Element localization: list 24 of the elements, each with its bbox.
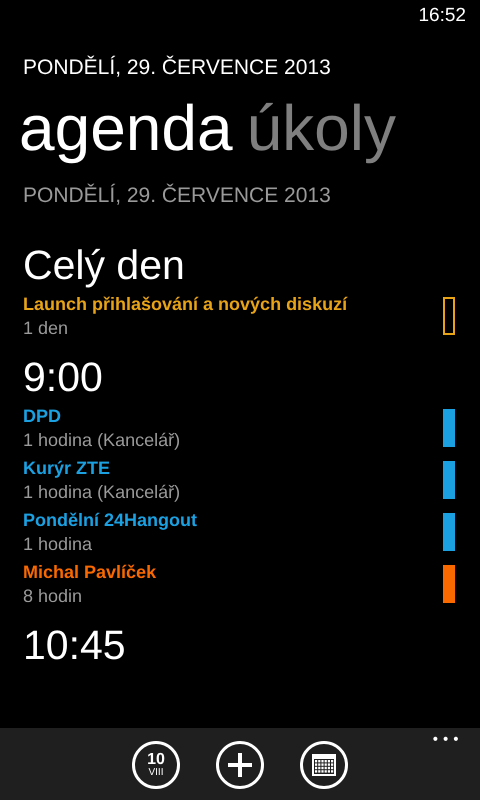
time-heading: 10:45 <box>23 621 127 670</box>
event-detail: 1 den <box>23 317 70 340</box>
event-detail: 1 hodina <box>23 533 94 556</box>
pivot-header[interactable]: agenda <box>19 90 233 166</box>
event-title[interactable]: Pondělní 24Hangout <box>23 508 198 532</box>
calendar-icon <box>312 754 336 776</box>
more-button[interactable]: ••• <box>431 732 462 748</box>
event-detail: 1 hodina (Kancelář) <box>23 429 180 452</box>
time-heading: Celý den <box>23 241 186 290</box>
time-heading: 9:00 <box>23 353 104 402</box>
status-time: 16:52 <box>418 5 466 28</box>
event-title[interactable]: Launch přihlašování a nových diskuzí <box>23 292 348 316</box>
day-heading: PONDĚLÍ, 29. ČERVENCE 2013 <box>22 182 332 208</box>
app-title: PONDĚLÍ, 29. ČERVENCE 2013 <box>22 54 332 80</box>
event-title[interactable]: Michal Pavlíček <box>23 560 156 584</box>
event-title[interactable]: Kurýr ZTE <box>23 456 180 480</box>
date-button[interactable]: 10 VIII <box>132 741 180 789</box>
event-detail: 8 hodin <box>23 585 84 608</box>
event-detail: 1 hodina (Kancelář) <box>23 481 180 504</box>
add-button[interactable] <box>216 741 264 789</box>
calendar-button[interactable] <box>300 741 348 789</box>
pivot-header[interactable]: úkoly <box>246 90 396 166</box>
plus-icon <box>227 752 253 778</box>
event-title[interactable]: DPD <box>23 404 180 428</box>
